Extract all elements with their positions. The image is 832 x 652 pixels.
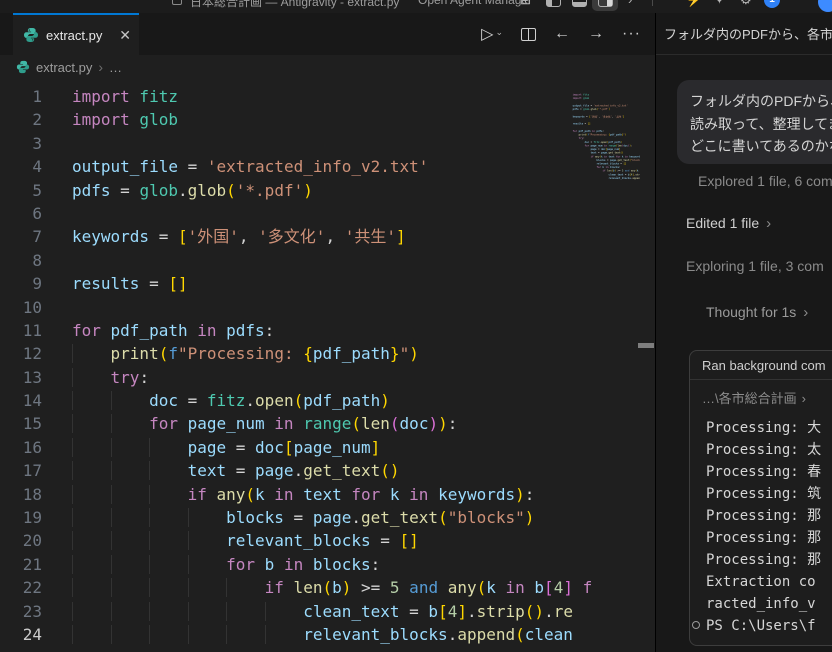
background-command-card[interactable]: Ran background com …\各市総合計画› Processing:… [689,350,832,646]
conversation-title[interactable]: フォルダ内のPDFから、各市 [656,13,832,55]
tab-label: extract.py [46,28,113,43]
terminal-line: Extraction co [690,571,832,593]
grid-icon[interactable]: ⊞ [520,0,531,7]
title-bar: 日本総合計画 — Antigravity - extract.py Open A… [0,0,832,13]
editor-column: extract.py ✕ ▷ ⌄ ← → ··· extract.py › … [0,13,655,652]
run-python-file-button[interactable]: ▷ ⌄ [481,24,503,44]
toggle-right-panel-icon[interactable] [598,0,613,7]
step-edited[interactable]: Edited 1 file› [686,215,771,232]
notifications-badge[interactable]: 1 [764,0,780,8]
user-message-line: フォルダ内のPDFから、各 [690,90,832,113]
tab-extract-py[interactable]: extract.py ✕ [13,13,139,55]
terminal-line: racted_info_v [690,593,832,615]
window-layout-icon [172,0,182,5]
step-thought[interactable]: Thought for 1s› [706,304,808,321]
breadcrumb-symbol[interactable]: … [109,60,122,75]
card-title[interactable]: Ran background com [690,351,832,380]
antigravity-window: 日本総合計画 — Antigravity - extract.py Open A… [0,0,832,652]
toggle-sidebar-icon[interactable] [546,0,561,7]
terminal-line: Processing: 筑 [690,483,832,505]
open-agent-manager-button[interactable]: Open Agent Manager [418,0,532,7]
window-title: 日本総合計画 — Antigravity - extract.py [190,0,399,10]
agent-panel: フォルダ内のPDFから、各市 フォルダ内のPDFから、各 読み取って、整理してま… [655,13,832,652]
chevron-right-icon: › [802,391,806,406]
avatar[interactable] [818,0,832,12]
terminal-line: PS C:\Users\f [690,615,832,637]
toggle-bottom-panel-icon[interactable] [572,0,587,7]
chevron-right-icon: › [803,304,808,321]
step-exploring[interactable]: Exploring 1 file, 3 com [686,258,824,274]
terminal-line: Processing: 那 [690,527,832,549]
overview-ruler-marker [638,343,654,348]
tools-icon[interactable]: ✦ [714,0,725,7]
terminal-line: Processing: 大 [690,417,832,439]
prompt-circle-icon [692,621,700,629]
code-area[interactable]: 1import fitz2import glob34output_file = … [0,85,655,646]
navigate-back-icon[interactable]: ← [554,25,570,43]
terminal-cwd: …\各市総合計画› [702,388,832,407]
play-icon: ▷ [481,24,493,44]
user-message-line: 読み取って、整理してま [690,113,832,136]
user-message-bubble: フォルダ内のPDFから、各 読み取って、整理してま どこに書いてあるのかなど [677,80,832,164]
chevron-right-icon: › [766,215,771,232]
terminal-line: Processing: 春 [690,461,832,483]
titlebar-divider [652,0,653,6]
chevron-right-icon: › [98,59,103,75]
terminal-line: Processing: 那 [690,505,832,527]
gear-icon[interactable]: ⚙ [740,0,752,7]
chevron-right-icon[interactable]: › [628,0,632,7]
editor-actions: ▷ ⌄ ← → ··· [481,13,641,55]
user-message-line: どこに書いてあるのかなど [690,135,832,158]
breadcrumb-file[interactable]: extract.py [36,60,92,75]
minimap[interactable]: import fitzimport globoutput_file = 'ext… [568,93,640,652]
close-icon[interactable]: ✕ [119,27,131,44]
python-icon [16,60,30,74]
chevron-down-icon: ⌄ [495,27,503,38]
tab-bar: extract.py ✕ ▷ ⌄ ← → ··· [0,13,655,55]
bolt-icon[interactable]: ⚡ [686,0,702,7]
more-actions-icon[interactable]: ··· [622,25,641,43]
python-icon [23,27,39,43]
breadcrumb[interactable]: extract.py › … [0,55,655,79]
step-explored[interactable]: Explored 1 file, 6 com [698,173,832,189]
navigate-forward-icon[interactable]: → [588,25,604,43]
code-editor[interactable]: 1import fitz2import glob34output_file = … [0,79,655,652]
terminal-line: Processing: 那 [690,549,832,571]
terminal-output[interactable]: Processing: 大Processing: 太Processing: 春P… [690,417,832,637]
terminal-line: Processing: 太 [690,439,832,461]
split-editor-icon[interactable] [521,28,536,41]
